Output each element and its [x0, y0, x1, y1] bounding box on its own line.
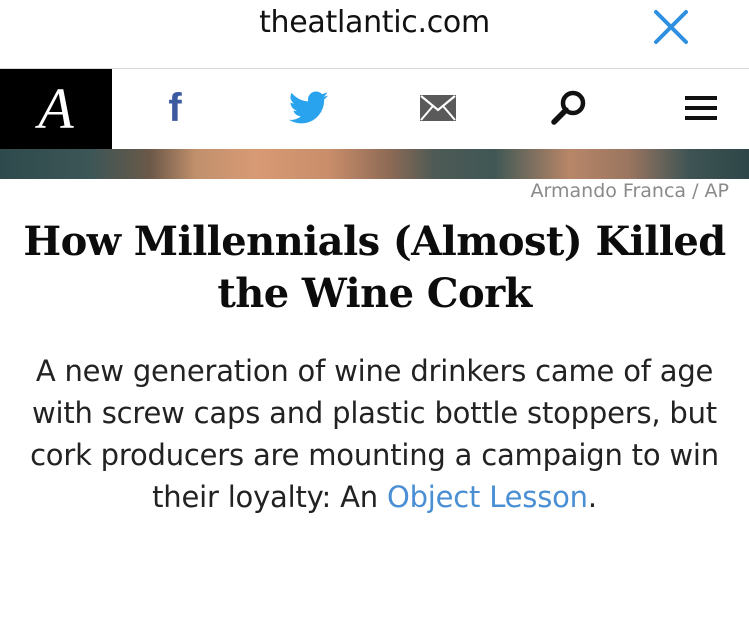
twitter-icon: [289, 91, 329, 124]
mail-icon: [420, 95, 456, 121]
article-headline: How Millennials (Almost) Killed the Wine…: [23, 218, 726, 317]
photo-credit: Armando Franca / AP: [530, 180, 729, 202]
email-share-button[interactable]: [419, 83, 457, 133]
menu-button[interactable]: [684, 83, 718, 133]
facebook-icon[interactable]: f: [155, 83, 195, 133]
search-icon: [551, 90, 586, 125]
url-text[interactable]: theatlantic.com: [0, 5, 749, 40]
dek-text: A new generation of wine drinkers came o…: [30, 354, 719, 514]
url-bar[interactable]: theatlantic.com: [0, 0, 749, 69]
dek-end: .: [587, 480, 597, 514]
article-dek: A new generation of wine drinkers came o…: [18, 350, 731, 518]
search-button[interactable]: [549, 83, 589, 133]
twitter-share-button[interactable]: [288, 83, 330, 133]
object-lesson-link[interactable]: Object Lesson: [387, 480, 588, 514]
atlantic-logo[interactable]: A: [0, 69, 112, 149]
close-icon[interactable]: [650, 6, 692, 48]
close-button[interactable]: [650, 6, 692, 48]
site-nav-bar: A f: [0, 69, 749, 149]
logo-letter: A: [38, 76, 74, 141]
menu-icon: [685, 96, 717, 120]
hero-image: [0, 149, 749, 179]
